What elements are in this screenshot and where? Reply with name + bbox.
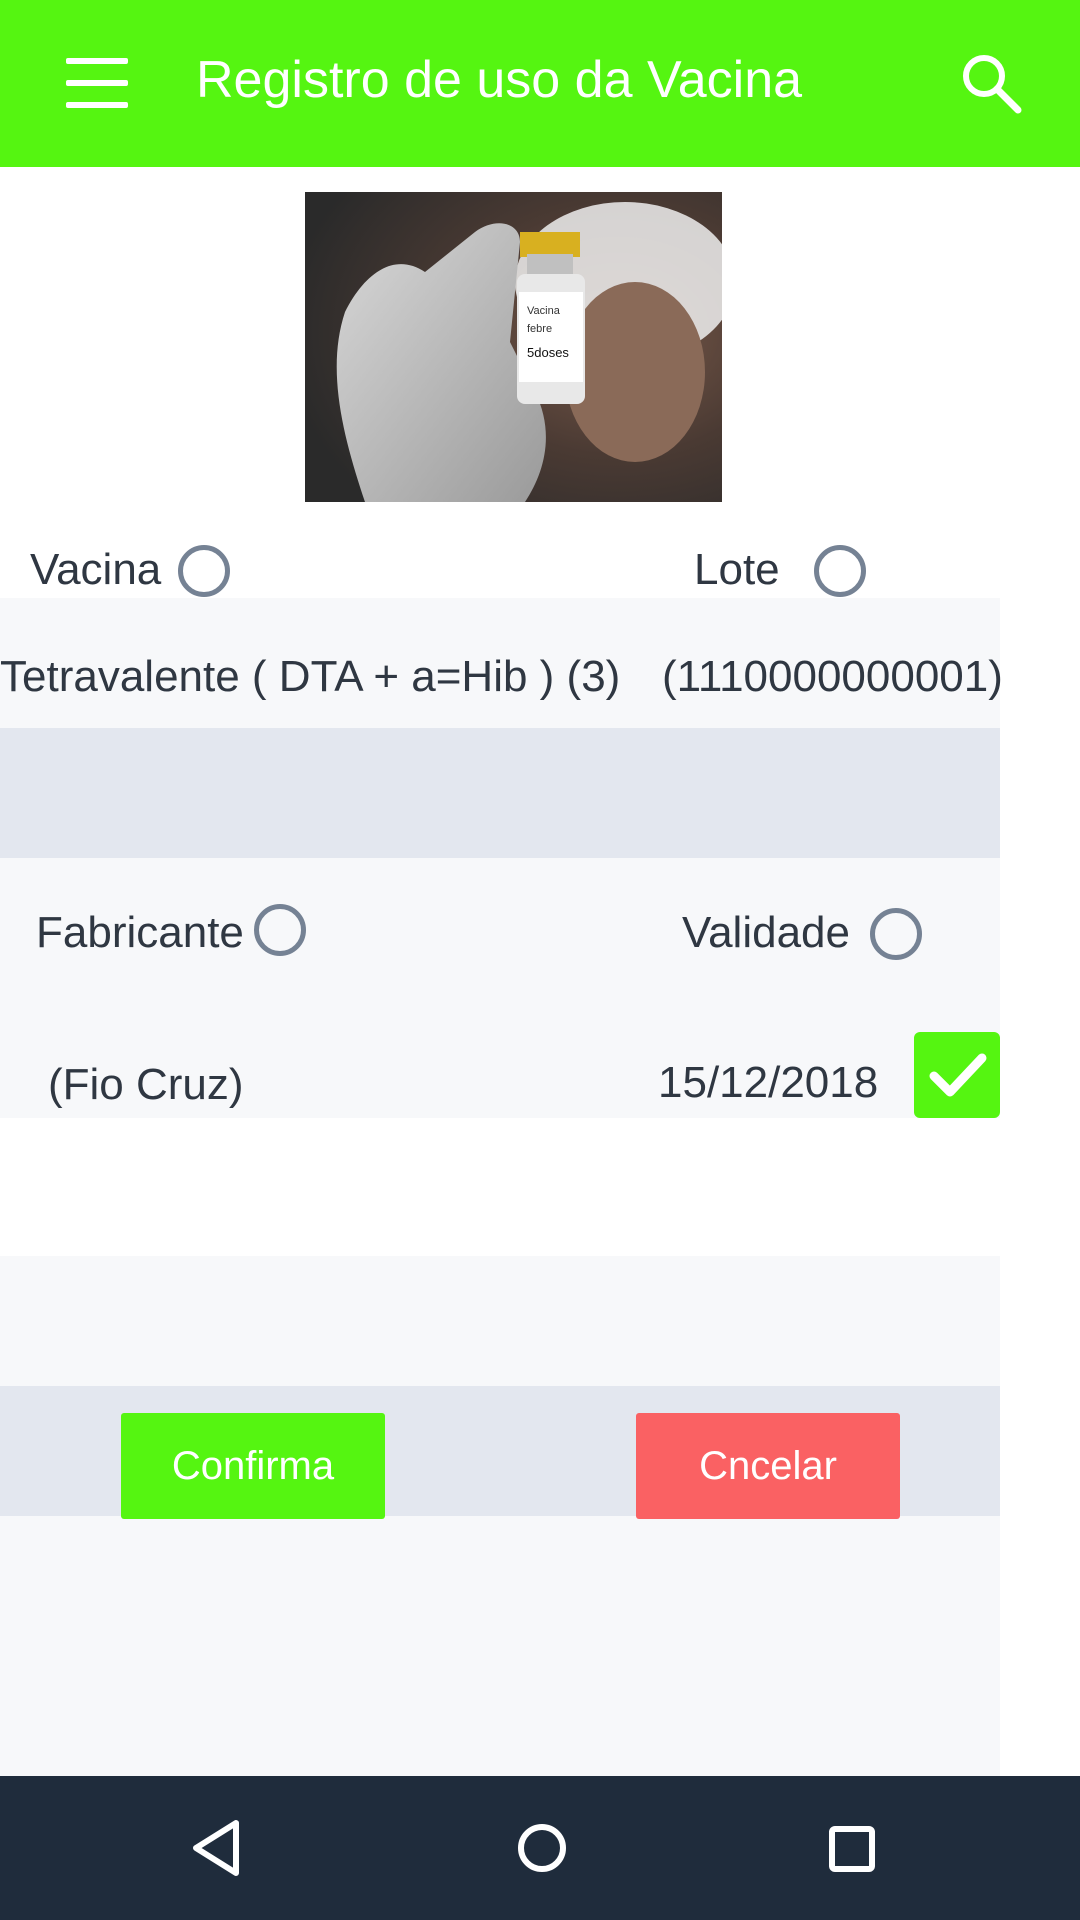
lote-radio[interactable] — [814, 545, 866, 597]
validade-checkbox[interactable] — [914, 1032, 1000, 1118]
confirm-button[interactable]: Confirma — [121, 1413, 385, 1519]
vacina-label: Vacina — [30, 545, 162, 594]
vacina-radio[interactable] — [178, 545, 230, 597]
back-triangle-icon[interactable] — [172, 1803, 262, 1893]
cancel-button[interactable]: Cncelar — [636, 1413, 900, 1519]
home-circle-icon[interactable] — [497, 1803, 587, 1893]
row-band — [0, 728, 1000, 858]
vaccine-vial-photo: Vacina febre 5doses — [305, 192, 722, 502]
svg-text:febre: febre — [527, 323, 552, 335]
svg-text:5doses: 5doses — [527, 345, 569, 360]
fabricante-label: Fabricante — [36, 908, 244, 957]
search-icon[interactable] — [956, 48, 1026, 118]
fabricante-radio[interactable] — [254, 904, 306, 956]
system-nav-bar — [0, 1776, 1080, 1920]
lote-value: (1110000000001) — [662, 652, 1003, 701]
row-band — [0, 1516, 1000, 1776]
validade-value: 15/12/2018 — [658, 1058, 879, 1107]
row-band — [0, 1256, 1000, 1386]
svg-text:Vacina: Vacina — [527, 305, 561, 317]
check-icon — [929, 1053, 987, 1097]
validade-radio[interactable] — [870, 908, 922, 960]
page-title: Registro de uso da Vacina — [196, 51, 803, 109]
menu-icon[interactable] — [54, 50, 140, 116]
vacina-value: Tetravalente ( DTA + a=Hib ) (3) — [0, 652, 621, 701]
lote-label: Lote — [694, 545, 780, 594]
validade-label: Validade — [682, 908, 850, 957]
fabricante-value: (Fio Cruz) — [48, 1060, 244, 1109]
recents-square-icon[interactable] — [806, 1803, 896, 1893]
app-bar: Registro de uso da Vacina — [0, 0, 1080, 167]
